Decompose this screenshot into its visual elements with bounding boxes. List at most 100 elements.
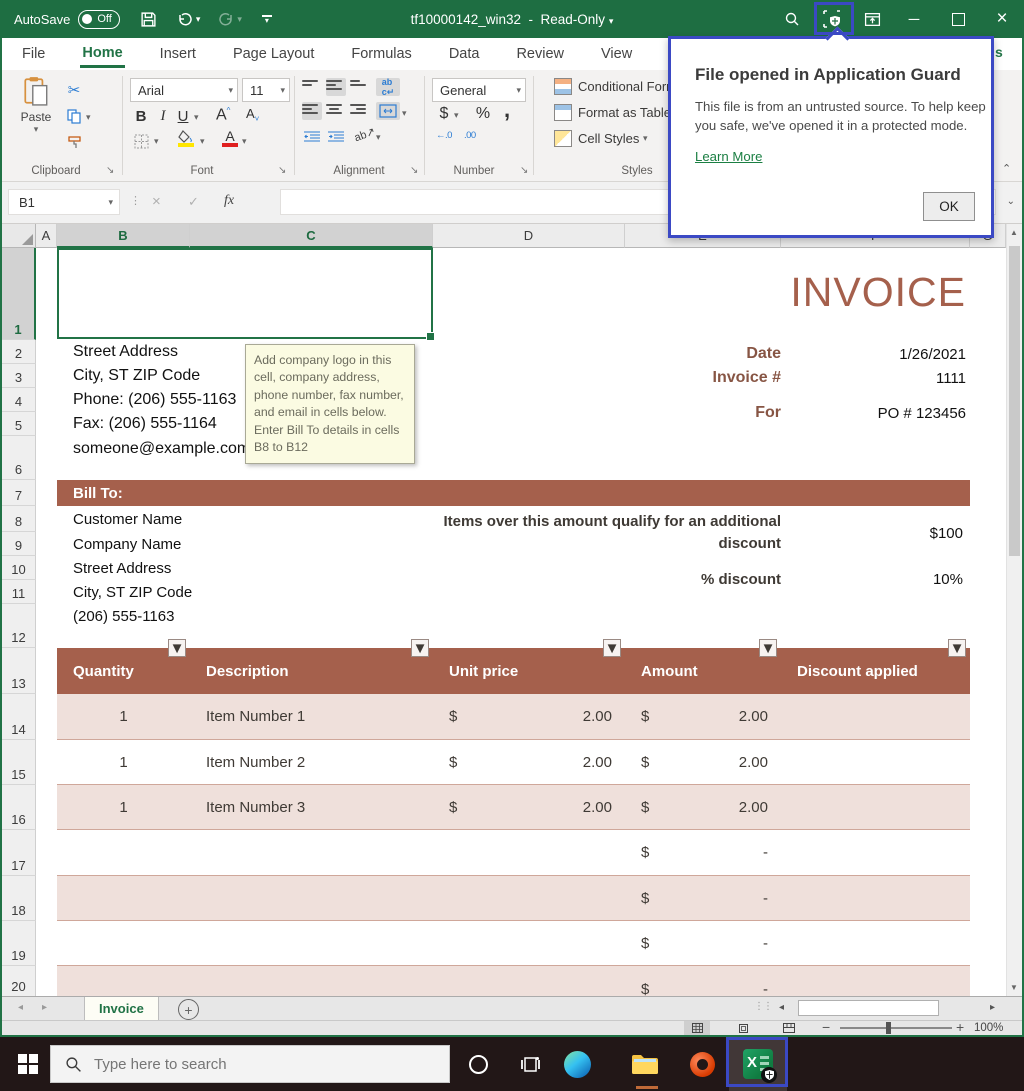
borders-dropdown-icon[interactable]: ▾ xyxy=(154,136,159,147)
increase-font-icon[interactable]: A^ xyxy=(216,106,230,124)
zoom-in-button[interactable]: + xyxy=(956,1019,964,1035)
decrease-font-icon[interactable]: A˅ xyxy=(246,106,259,124)
filter-dropdown-description[interactable]: ▼ xyxy=(411,639,429,657)
column-header-a[interactable]: A xyxy=(36,224,57,248)
tab-data[interactable]: Data xyxy=(447,41,482,67)
underline-dropdown-icon[interactable]: ▾ xyxy=(194,112,199,123)
percent-format-icon[interactable]: % xyxy=(474,104,492,124)
start-button[interactable] xyxy=(6,1037,50,1091)
zoom-slider-track[interactable] xyxy=(840,1027,952,1029)
tab-formulas[interactable]: Formulas xyxy=(349,41,413,67)
row-header-19[interactable]: 19 xyxy=(2,921,36,966)
sheet-prev-icon[interactable]: ◂ xyxy=(18,1002,23,1013)
expand-formula-bar-icon[interactable]: ⌄ xyxy=(1007,196,1015,207)
align-center-icon[interactable] xyxy=(326,102,346,120)
scroll-down-icon[interactable]: ▼ xyxy=(1010,983,1018,992)
row-header-15[interactable]: 15 xyxy=(2,740,36,785)
formula-bar-splitter[interactable]: ⋮ xyxy=(130,194,141,207)
minimize-button[interactable]: ─ xyxy=(892,0,936,38)
align-right-icon[interactable] xyxy=(350,102,370,120)
comma-format-icon[interactable]: , xyxy=(500,97,514,122)
vertical-scrollbar[interactable]: ▲ ▼ xyxy=(1006,224,1022,996)
currency-dropdown-icon[interactable]: ▾ xyxy=(454,110,459,121)
row-header-18[interactable]: 18 xyxy=(2,876,36,921)
column-header-d[interactable]: D xyxy=(433,224,625,248)
close-button[interactable]: × xyxy=(980,0,1024,38)
name-box[interactable]: B1 ▾ xyxy=(8,189,120,215)
taskbar-search-box[interactable] xyxy=(50,1045,450,1083)
tab-view[interactable]: View xyxy=(599,41,634,67)
row-header-11[interactable]: 11 xyxy=(2,580,36,604)
merge-center-dropdown-icon[interactable]: ▾ xyxy=(402,108,407,119)
increase-indent-icon[interactable] xyxy=(326,128,346,146)
column-header-c[interactable]: C xyxy=(190,224,433,248)
paste-button[interactable]: Paste ▾ xyxy=(14,76,58,158)
borders-icon[interactable] xyxy=(132,132,150,150)
row-header-17[interactable]: 17 xyxy=(2,830,36,876)
new-sheet-button[interactable]: + xyxy=(178,999,199,1020)
filter-dropdown-discount[interactable]: ▼ xyxy=(948,639,966,657)
alignment-dialog-launcher[interactable]: ↘ xyxy=(410,165,418,176)
fill-color-dropdown-icon[interactable]: ▾ xyxy=(200,136,205,147)
currency-format-icon[interactable]: $ xyxy=(436,104,452,124)
decrease-decimal-icon[interactable]: .00 xyxy=(464,130,476,141)
scroll-up-icon[interactable]: ▲ xyxy=(1010,228,1018,237)
row-header-12[interactable]: 12 xyxy=(2,604,36,648)
row-header-7[interactable]: 7 xyxy=(2,480,36,506)
align-middle-icon[interactable] xyxy=(326,78,346,96)
align-top-icon[interactable] xyxy=(302,78,322,96)
font-size-select[interactable]: 11 ▾ xyxy=(242,78,290,102)
taskbar-search-input[interactable] xyxy=(92,1054,426,1074)
merge-center-icon[interactable] xyxy=(376,102,400,120)
align-bottom-icon[interactable] xyxy=(350,78,370,96)
selected-cell-b1[interactable] xyxy=(57,248,435,341)
font-color-icon[interactable]: A xyxy=(222,128,238,147)
save-icon[interactable] xyxy=(140,11,157,28)
zoom-out-button[interactable]: − xyxy=(822,1019,830,1035)
filter-dropdown-unit-price[interactable]: ▼ xyxy=(603,639,621,657)
format-painter-icon[interactable] xyxy=(64,132,84,152)
orientation-dropdown-icon[interactable]: ▾ xyxy=(376,132,381,143)
format-as-table-button[interactable]: Format as Table xyxy=(554,104,671,121)
enter-formula-icon[interactable]: ✓ xyxy=(188,194,199,210)
orientation-icon[interactable]: ab↗ xyxy=(352,125,377,145)
insert-function-icon[interactable]: fx xyxy=(224,193,234,209)
fill-handle[interactable] xyxy=(426,332,435,341)
align-left-icon[interactable] xyxy=(302,102,322,120)
task-view-icon[interactable] xyxy=(510,1037,550,1091)
hscroll-left-icon[interactable]: ◂ xyxy=(779,1002,784,1013)
quick-access-toolbar-icon[interactable]: ▾ xyxy=(261,15,272,25)
edge-icon[interactable] xyxy=(557,1037,597,1091)
view-page-break-button[interactable] xyxy=(776,1021,802,1035)
tab-file[interactable]: File xyxy=(20,41,47,67)
file-explorer-icon[interactable] xyxy=(625,1037,665,1091)
office-icon[interactable] xyxy=(682,1037,722,1091)
tab-splitter[interactable]: ⋮⋮ xyxy=(754,1001,773,1012)
underline-button[interactable]: U xyxy=(174,106,192,126)
wrap-text-icon[interactable]: ab c↵ xyxy=(376,77,400,97)
popup-learn-more-link[interactable]: Learn More xyxy=(695,149,762,164)
zoom-level[interactable]: 100% xyxy=(974,1022,1003,1034)
row-header-3[interactable]: 3 xyxy=(2,364,36,388)
collapse-ribbon-icon[interactable]: ⌃ xyxy=(1002,162,1011,175)
clipboard-dialog-launcher[interactable]: ↘ xyxy=(106,165,114,176)
row-header-4[interactable]: 4 xyxy=(2,388,36,412)
maximize-button[interactable] xyxy=(936,0,980,38)
row-header-9[interactable]: 9 xyxy=(2,532,36,556)
copy-icon[interactable] xyxy=(64,106,84,126)
view-normal-button[interactable] xyxy=(684,1021,710,1035)
autosave-toggle[interactable]: Off xyxy=(78,9,120,29)
zoom-slider-thumb[interactable] xyxy=(886,1022,891,1034)
hscroll-right-icon[interactable]: ▸ xyxy=(990,1002,995,1013)
cancel-formula-icon[interactable]: × xyxy=(152,193,161,210)
tab-insert[interactable]: Insert xyxy=(158,41,198,67)
cell-styles-button[interactable]: Cell Styles ▾ xyxy=(554,130,648,147)
copy-dropdown-icon[interactable]: ▾ xyxy=(86,112,91,123)
tab-page-layout[interactable]: Page Layout xyxy=(231,41,316,67)
horizontal-scroll-thumb[interactable] xyxy=(798,1000,939,1016)
column-header-b[interactable]: B xyxy=(57,224,190,248)
decrease-indent-icon[interactable] xyxy=(302,128,322,146)
row-header-1[interactable]: 1 xyxy=(2,248,36,340)
row-header-16[interactable]: 16 xyxy=(2,785,36,830)
filter-dropdown-quantity[interactable]: ▼ xyxy=(168,639,186,657)
